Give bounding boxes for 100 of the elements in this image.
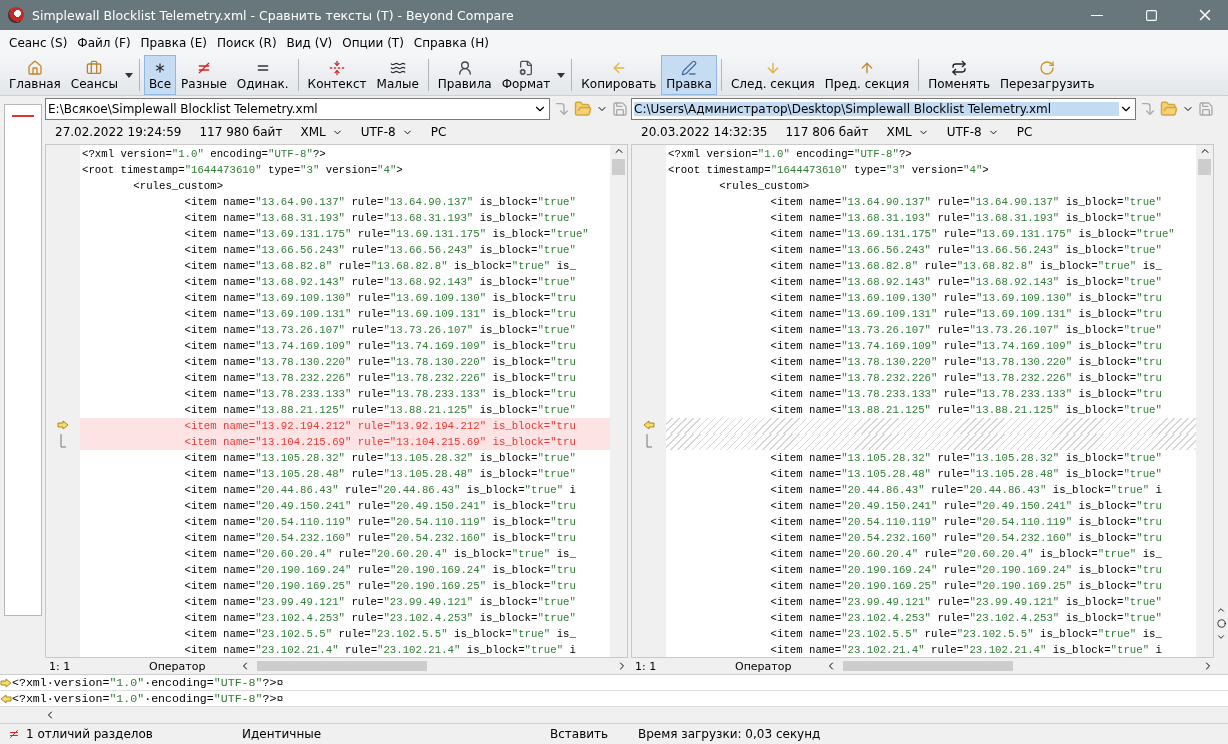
code-line: <item name="20.190.169.24" rule="20.190.169.24" is_block="tru: [769, 563, 1163, 578]
save-icon[interactable]: [1198, 101, 1214, 117]
path-field[interactable]: C:\Users\Администратор\Desktop\Simplewall Blocklist Telemetry.xml: [631, 98, 1136, 120]
load-time: Время загрузки: 0,03 секунд: [638, 727, 821, 741]
menu-item[interactable]: Опции (T): [337, 35, 409, 50]
file-size: 117 980 байт: [199, 125, 283, 139]
toolbar-button[interactable]: Перезагрузить: [995, 55, 1100, 95]
toolbar-button[interactable]: Сеансы: [65, 55, 123, 95]
next-file-icon[interactable]: [554, 101, 570, 117]
scroll-thumb[interactable]: [612, 159, 625, 175]
code-line: <item name="13.105.28.48" rule="13.105.28.48" is_block="true": [769, 467, 1163, 482]
code-line: <item name="13.69.131.175" rule="13.69.131.175" is_block="true": [183, 227, 590, 242]
code-line: <item name="13.73.26.107" rule="13.73.26.107" is_block="true": [769, 323, 1163, 338]
code-line: <item name="23.102.5.5" rule="23.102.5.5" is_block="true" is_: [183, 627, 577, 642]
line-endings: PC: [1016, 125, 1033, 139]
briefcase-icon: [86, 59, 103, 76]
code-line: <rules_custom>: [132, 179, 225, 194]
arrow-right-icon[interactable]: [0, 677, 12, 688]
arrow-right-icon[interactable]: [57, 420, 69, 431]
comparison-result: Идентичные: [242, 727, 322, 741]
bracket-icon: [59, 434, 67, 449]
toolbar-button[interactable]: Одинак.: [231, 55, 294, 95]
code-line: <item name="20.54.110.119" rule="20.54.110.119" is_block="tru: [769, 515, 1163, 530]
down-icon[interactable]: [1216, 632, 1226, 642]
toolbar-button[interactable]: След. секция: [725, 55, 820, 95]
menu-item[interactable]: Поиск (R): [212, 35, 282, 50]
code-line: <item name="23.102.4.253" rule="23.102.4.253" is_block="true": [769, 611, 1163, 626]
toolbar-button[interactable]: Правка: [661, 55, 717, 95]
code-line: <item name="13.69.109.131" rule="13.69.109.131" is_block="tru: [769, 307, 1163, 322]
code-line: <item name="20.190.169.25" rule="20.190.169.25" is_block="tru: [769, 579, 1163, 594]
vertical-scrollbar[interactable]: [610, 145, 627, 657]
code-line: <item name="13.78.233.133" rule="13.78.233.133" is_block="tru: [183, 387, 577, 402]
toolbar-button[interactable]: Формат: [496, 55, 556, 95]
code-line: <item name="13.105.28.48" rule="13.105.28.48" is_block="true": [183, 467, 577, 482]
toolbar-button[interactable]: Разные: [176, 55, 232, 95]
code-line: <item name="23.99.49.121" rule="23.99.49.121" is_block="true": [183, 595, 577, 610]
code-line: <item name="23.102.5.5" rule="23.102.5.5" is_block="true" is_: [769, 627, 1163, 642]
vertical-scrollbar[interactable]: [1196, 145, 1213, 657]
code-line: <item name="13.74.169.109" rule="13.74.169.109" is_block="tru: [769, 339, 1163, 354]
edit-mode: Оператор: [149, 659, 207, 673]
swap-icon: [951, 59, 968, 76]
encoding-dropdown[interactable]: UTF-8: [946, 125, 999, 139]
toolbar-button[interactable]: Пред. секция: [819, 55, 915, 95]
toolbar-button[interactable]: Контекст: [302, 55, 372, 95]
toolbar-button[interactable]: Малые: [371, 55, 424, 95]
differences-count: 1 отличий разделов: [26, 727, 153, 741]
save-icon[interactable]: [612, 101, 628, 117]
merge-line: <?xml·version="1.0"·encoding="UTF-8"?>¤: [12, 692, 284, 705]
code-line: <item name="23.102.4.253" rule="23.102.4.253" is_block="true": [183, 611, 577, 626]
context-icon: [329, 59, 346, 76]
code-line: <item name="13.69.109.130" rule="13.69.109.130" is_block="tru: [769, 291, 1163, 306]
code-line: <item name="13.68.92.143" rule="13.68.92.143" is_block="true": [183, 275, 577, 290]
menu-item[interactable]: Справка (H): [408, 35, 494, 50]
caret-icon: [557, 72, 566, 78]
code-line: <item name="13.74.169.109" rule="13.74.169.109" is_block="tru: [183, 339, 577, 354]
format-dropdown[interactable]: XML: [886, 125, 929, 139]
window-title: Simplewall Blocklist Telemetry.xml - Сравнить тексты (T) - Beyond Compare: [32, 7, 515, 23]
insert-mode: Вставить: [550, 727, 609, 741]
path-field[interactable]: E:\Всякое\Simplewall Blocklist Telemetry.xml: [45, 98, 550, 120]
encoding-dropdown[interactable]: UTF-8: [360, 125, 413, 139]
next-file-icon[interactable]: [1140, 101, 1156, 117]
code-line: <item name="20.190.169.25" rule="20.190.169.25" is_block="tru: [183, 579, 577, 594]
cursor-position: 1: 1: [634, 659, 658, 673]
code-line: <item name="13.78.232.226" rule="13.78.232.226" is_block="tru: [769, 371, 1163, 386]
code-line: <item name="13.69.109.130" rule="13.69.109.130" is_block="tru: [183, 291, 577, 306]
code-line: <item name="13.88.21.125" rule="13.88.21.125" is_block="true": [183, 403, 577, 418]
menu-item[interactable]: Файл (F): [72, 35, 136, 50]
toolbar-button[interactable]: Поменять: [923, 55, 996, 95]
code-line: <item name="13.69.131.175" rule="13.69.131.175" is_block="true": [769, 227, 1176, 242]
code-line: <item name="13.69.109.131" rule="13.69.109.131" is_block="tru: [183, 307, 577, 322]
maximize-icon: [1144, 8, 1158, 22]
code-line: <rules_custom>: [718, 179, 811, 194]
code-line: <item name="13.105.28.32" rule="13.105.28.32" is_block="true": [769, 451, 1163, 466]
code-line: <root timestamp="1644473610" type="3" version="4">: [81, 163, 404, 178]
code-line: <item name="13.68.82.8" rule="13.68.82.8" is_block="true" is_: [183, 259, 577, 274]
scroll-thumb[interactable]: [257, 661, 427, 671]
menu-item[interactable]: Вид (V): [281, 35, 338, 50]
folder-icon[interactable]: [574, 100, 592, 118]
up-icon[interactable]: [1216, 605, 1226, 615]
code-line: <item name="20.190.169.24" rule="20.190.169.24" is_block="tru: [183, 563, 577, 578]
code-line: <item name="20.49.150.241" rule="20.49.150.241" is_block="tru: [183, 499, 577, 514]
scroll-thumb[interactable]: [1198, 159, 1211, 175]
format-dropdown[interactable]: XML: [300, 125, 343, 139]
folder-icon[interactable]: [1160, 100, 1178, 118]
code-line: <item name="20.54.232.160" rule="20.54.232.160" is_block="tru: [183, 531, 577, 546]
code-line: <item name="20.54.110.119" rule="20.54.110.119" is_block="tru: [183, 515, 577, 530]
toolbar-button[interactable]: Правила: [432, 55, 497, 95]
scroll-thumb[interactable]: [843, 661, 1013, 671]
document-gear-icon: [518, 59, 534, 76]
code-line: <item name="23.99.49.121" rule="23.99.49.121" is_block="true": [769, 595, 1163, 610]
toolbar-button[interactable]: Главная: [4, 55, 66, 95]
arrow-left-icon[interactable]: [643, 420, 655, 431]
code-line: <item name="13.78.232.226" rule="13.78.232.226" is_block="tru: [183, 371, 577, 386]
circle-icon[interactable]: [1216, 619, 1226, 628]
menu-item[interactable]: Сеанс (S): [4, 35, 73, 50]
code-line: <item name="13.64.90.137" rule="13.64.90.137" is_block="true": [183, 195, 577, 210]
toolbar-button[interactable]: Копировать: [576, 55, 662, 95]
toolbar-button[interactable]: Все: [143, 55, 177, 95]
arrow-left-icon[interactable]: [0, 693, 12, 704]
menu-item[interactable]: Правка (E): [135, 35, 213, 50]
